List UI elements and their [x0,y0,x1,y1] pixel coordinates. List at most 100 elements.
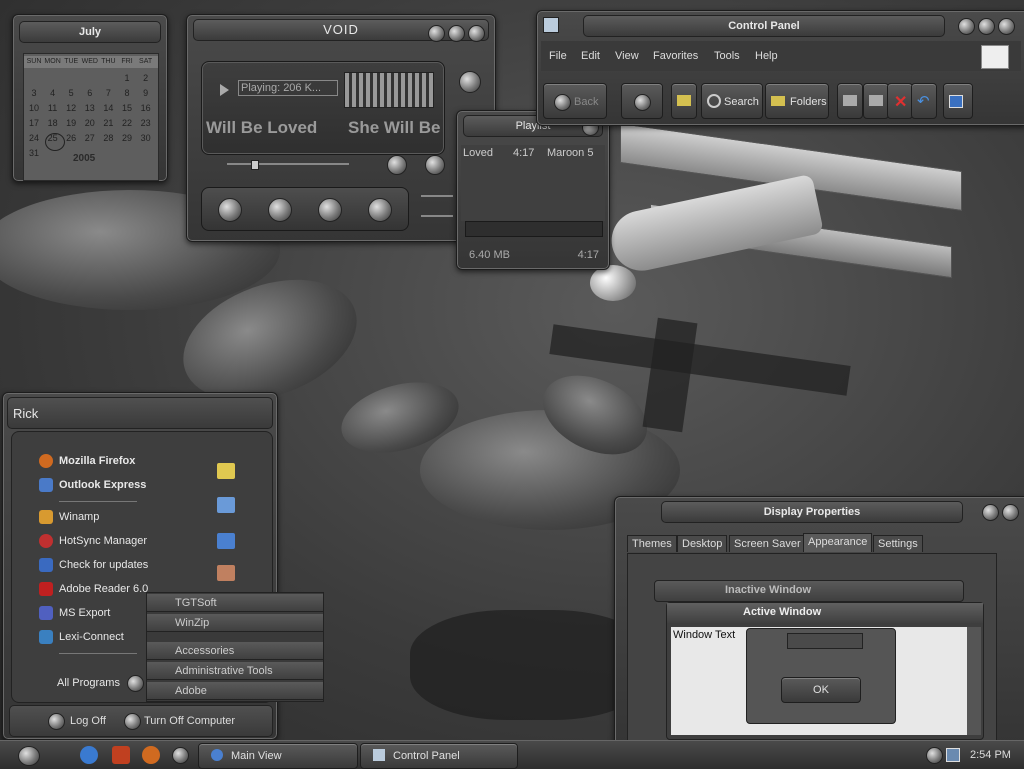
close-button[interactable] [468,25,485,42]
move-to-button[interactable] [837,83,863,119]
calendar-day[interactable]: 21 [99,118,117,128]
calendar-day[interactable]: 28 [99,133,117,143]
calendar-day[interactable]: 23 [137,118,155,128]
play-icon[interactable] [268,198,292,222]
forward-button[interactable] [621,83,663,119]
maximize-button[interactable] [447,25,465,42]
menu-help[interactable]: Help [755,50,778,62]
menu-item-ms-export[interactable]: MS Export [39,603,110,623]
menu-item-outlook[interactable]: Outlook Express [39,475,146,495]
submenu-adobe[interactable]: Adobe [147,682,323,700]
calendar-day[interactable]: 29 [118,133,136,143]
undo-button[interactable]: ↶ [911,83,937,119]
calendar-day[interactable]: 9 [137,88,155,98]
calendar-day[interactable]: 19 [62,118,80,128]
menu-favorites[interactable]: Favorites [653,50,698,62]
task-control-panel[interactable]: Control Panel [360,743,518,769]
submenu-tgtsoft[interactable]: TGTSoft [147,594,323,612]
ok-button[interactable]: OK [781,677,861,703]
my-computer-icon[interactable] [217,497,235,513]
menu-item-winamp[interactable]: Winamp [39,507,99,527]
copy-to-button[interactable] [863,83,889,119]
calendar-day[interactable]: 1 [118,73,136,83]
tab-settings[interactable]: Settings [873,535,923,552]
close-button[interactable] [998,18,1015,35]
close-button[interactable] [1002,504,1019,521]
menu-edit[interactable]: Edit [581,50,600,62]
calendar-day[interactable]: 7 [99,88,117,98]
control-panel-icon[interactable] [217,533,235,549]
playlist-row-song[interactable]: Loved [463,147,493,159]
tray-expand-icon[interactable] [926,747,943,764]
calendar-day[interactable]: 18 [44,118,62,128]
minimize-button[interactable] [957,18,975,35]
calendar-day[interactable]: 24 [25,133,43,143]
calendar-day[interactable]: 13 [81,103,99,113]
tray-network-icon[interactable] [946,748,960,762]
menu-item-adobe-reader[interactable]: Adobe Reader 6.0 [39,579,148,599]
pl-button[interactable] [425,155,445,175]
playlist-scrollbar[interactable] [465,221,603,237]
programs-icon[interactable] [217,565,235,581]
maximize-button[interactable] [977,18,995,35]
quicklaunch-expand-icon[interactable] [172,747,189,764]
balance-slider[interactable] [421,195,453,197]
calendar-day[interactable]: 14 [99,103,117,113]
views-button[interactable] [943,83,973,119]
seek-thumb[interactable] [251,160,259,170]
pause-icon[interactable] [318,198,342,222]
back-button[interactable]: Back [543,83,607,119]
calendar-day[interactable]: 5 [62,88,80,98]
calendar-day[interactable]: 10 [25,103,43,113]
calendar-day[interactable]: 6 [81,88,99,98]
calendar-day[interactable]: 27 [81,133,99,143]
delete-button[interactable]: ✕ [887,83,913,119]
submenu-accessories[interactable]: Accessories [147,642,323,660]
calendar-day[interactable]: 15 [118,103,136,113]
calendar-day[interactable]: 16 [137,103,155,113]
firefox-quicklaunch-icon[interactable] [142,746,160,764]
calendar-day[interactable]: 11 [44,103,62,113]
menu-item-updates[interactable]: Check for updates [39,555,148,575]
log-off-button[interactable]: Log Off [70,715,106,727]
search-button[interactable]: Search [701,83,763,119]
help-button[interactable] [981,504,999,521]
calendar-day[interactable]: 31 [25,148,43,158]
turn-off-button[interactable]: Turn Off Computer [144,715,235,727]
submenu-admin-tools[interactable]: Administrative Tools [147,662,323,680]
calendar-day[interactable]: 17 [25,118,43,128]
calendar-day[interactable]: 12 [62,103,80,113]
tab-appearance[interactable]: Appearance [803,533,873,552]
my-documents-icon[interactable] [217,463,235,479]
submenu-winzip[interactable]: WinZip [147,614,323,632]
calendar-day[interactable]: 2 [137,73,155,83]
calendar-day[interactable]: 4 [44,88,62,98]
tab-screen-saver[interactable]: Screen Saver [729,535,806,552]
calendar-day[interactable]: 20 [81,118,99,128]
calendar-day[interactable]: 8 [118,88,136,98]
tab-themes[interactable]: Themes [627,535,677,552]
playlist-list[interactable]: Loved 4:17 Maroon 5 [461,145,605,221]
ie-quicklaunch-icon[interactable] [80,746,98,764]
minimize-button[interactable] [427,25,445,42]
menu-file[interactable]: File [549,50,567,62]
menu-item-hotsync[interactable]: HotSync Manager [39,531,147,551]
tab-desktop[interactable]: Desktop [677,535,728,552]
preview-scrollbar[interactable] [967,627,981,735]
folders-button[interactable]: Folders [765,83,829,119]
calendar-day[interactable]: 30 [137,133,155,143]
volume-knob[interactable] [459,71,481,93]
menu-item-firefox[interactable]: Mozilla Firefox [39,451,135,471]
eq-button[interactable] [387,155,407,175]
volume-slider[interactable] [421,215,453,217]
menu-item-lexi-connect[interactable]: Lexi-Connect [39,627,124,647]
start-button[interactable] [18,746,40,766]
up-folder-button[interactable] [671,83,697,119]
task-main-view[interactable]: Main View [198,743,358,769]
media-quicklaunch-icon[interactable] [112,746,130,764]
all-programs-button[interactable]: All Programs [57,673,120,693]
calendar-day[interactable]: 3 [25,88,43,98]
seek-slider[interactable] [227,160,349,170]
menu-view[interactable]: View [615,50,639,62]
menu-tools[interactable]: Tools [714,50,740,62]
